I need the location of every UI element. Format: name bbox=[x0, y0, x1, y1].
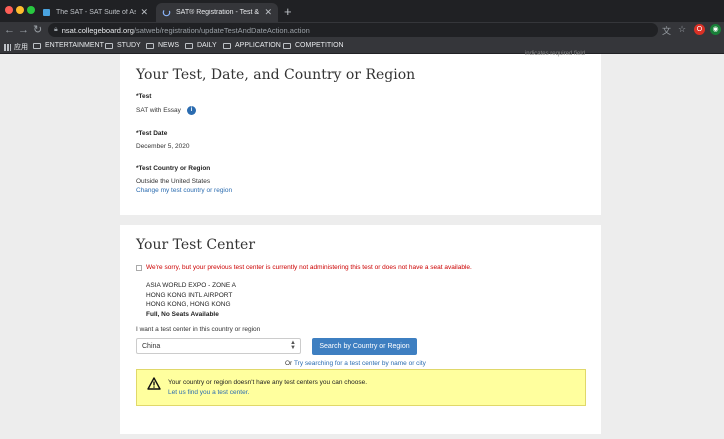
no-centers-warning: Your country or region doesn't have any … bbox=[136, 369, 586, 406]
bookmarks-bar: 应用 ENTERTAINMENT STUDY NEWS DAILY APPLIC… bbox=[0, 38, 724, 54]
info-icon[interactable]: i bbox=[186, 106, 196, 115]
bookmark-label: ENTERTAINMENT bbox=[45, 42, 104, 49]
seat-availability: Full, No Seats Available bbox=[146, 310, 219, 318]
test-country-label: *Test Country or Region bbox=[136, 165, 211, 172]
center-line: HONG KONG INTL AIRPORT bbox=[146, 291, 233, 299]
folder-icon bbox=[105, 42, 113, 49]
minimize-window-icon[interactable] bbox=[16, 6, 24, 14]
test-value-row: SAT with Essay i bbox=[136, 106, 196, 115]
test-value: SAT with Essay bbox=[136, 107, 181, 115]
url-host: nsat.collegeboard.org bbox=[61, 25, 134, 35]
tab-title: The SAT - SAT Suite of Assessments bbox=[56, 9, 137, 16]
bookmark-entertainment[interactable]: ENTERTAINMENT bbox=[33, 42, 104, 49]
maximize-window-icon[interactable] bbox=[27, 6, 35, 14]
test-center-card: Your Test Center We're sorry, but your p… bbox=[120, 225, 601, 434]
center-checkbox[interactable] bbox=[136, 264, 142, 271]
center-line: ASIA WORLD EXPO - ZONE A bbox=[146, 282, 236, 289]
bookmark-label: COMPETITION bbox=[295, 42, 344, 49]
change-country-link[interactable]: Change my test country or region bbox=[136, 187, 232, 194]
back-arrow-icon[interactable]: ← bbox=[4, 23, 15, 37]
collegeboard-favicon-icon bbox=[42, 8, 51, 17]
tab-close-icon[interactable]: ✕ bbox=[140, 7, 148, 18]
translate-icon[interactable]: 文 bbox=[662, 24, 671, 37]
bookmark-star-icon[interactable]: ☆ bbox=[678, 24, 686, 35]
search-alternative: Or Try searching for a test center by na… bbox=[285, 360, 426, 367]
required-field-note: indicates required field bbox=[524, 51, 585, 57]
warning-message: Your country or region doesn't have any … bbox=[168, 379, 368, 386]
tab-title: SAT® Registration - Test & Center bbox=[176, 9, 260, 16]
address-bar[interactable]: 🔒︎ nsat.collegeboard.org/satweb/registra… bbox=[48, 23, 658, 37]
bookmark-label: NEWS bbox=[158, 42, 179, 49]
bookmark-apps[interactable]: 应用 bbox=[4, 42, 28, 52]
test-center-error: We're sorry, but your previous test cent… bbox=[136, 264, 472, 271]
folder-icon bbox=[283, 42, 291, 49]
url-path: /satweb/registration/updateTestAndDateAc… bbox=[133, 25, 310, 35]
bookmark-news[interactable]: NEWS bbox=[146, 42, 179, 49]
extension-avatar[interactable]: O bbox=[694, 24, 705, 35]
lock-icon: 🔒︎ bbox=[54, 26, 58, 33]
folder-icon bbox=[146, 42, 154, 49]
loading-spinner-icon bbox=[162, 8, 171, 17]
warning-text: Your country or region doesn't have any … bbox=[168, 378, 367, 397]
forward-arrow-icon[interactable]: → bbox=[18, 23, 29, 37]
bookmark-application[interactable]: APPLICATION bbox=[223, 42, 281, 49]
bookmark-label: APPLICATION bbox=[235, 42, 281, 49]
browser-toolbar: ← → ↻ 🔒︎ nsat.collegeboard.org/satweb/re… bbox=[0, 22, 724, 38]
reload-icon[interactable]: ↻ bbox=[33, 23, 42, 37]
country-select[interactable]: China ▲ ▼ bbox=[136, 338, 301, 354]
warning-triangle-icon bbox=[147, 377, 161, 390]
folder-icon bbox=[185, 42, 193, 49]
test-country-value: Outside the United States bbox=[136, 178, 211, 185]
search-by-name-link[interactable]: Try searching for a test center by name … bbox=[294, 360, 426, 367]
tab-close-icon[interactable]: ✕ bbox=[264, 7, 272, 18]
test-date-value: December 5, 2020 bbox=[136, 143, 190, 150]
country-selected-value: China bbox=[142, 342, 161, 350]
close-window-icon[interactable] bbox=[5, 6, 13, 14]
center-line: HONG KONG, HONG KONG bbox=[146, 301, 231, 308]
test-date-label: *Test Date bbox=[136, 130, 168, 137]
section-title: Your Test, Date, and Country or Region bbox=[136, 67, 416, 83]
bookmark-label: DAILY bbox=[197, 42, 217, 49]
bookmark-competition[interactable]: COMPETITION bbox=[283, 42, 344, 49]
section-title: Your Test Center bbox=[136, 237, 256, 253]
bookmark-label: 应用 bbox=[14, 44, 28, 51]
search-by-country-button[interactable]: Search by Country or Region bbox=[312, 338, 417, 355]
folder-icon bbox=[223, 42, 231, 49]
error-message: We're sorry, but your previous test cent… bbox=[146, 264, 472, 271]
bookmark-study[interactable]: STUDY bbox=[105, 42, 141, 49]
bookmark-label: STUDY bbox=[117, 42, 141, 49]
find-test-center-link[interactable]: Let us find you a test center. bbox=[168, 388, 367, 398]
apps-grid-icon bbox=[4, 43, 11, 51]
folder-icon bbox=[33, 42, 41, 49]
tab-sat-suite[interactable]: The SAT - SAT Suite of Assessments ✕ bbox=[36, 3, 154, 22]
previous-test-center: ASIA WORLD EXPO - ZONE A HONG KONG INTL … bbox=[146, 281, 236, 319]
tab-bar: The SAT - SAT Suite of Assessments ✕ SAT… bbox=[0, 0, 724, 22]
bookmark-daily[interactable]: DAILY bbox=[185, 42, 217, 49]
test-date-country-card: indicates required field Your Test, Date… bbox=[120, 51, 601, 215]
profile-avatar-icon[interactable]: ◉ bbox=[710, 24, 721, 35]
test-label: *Test bbox=[136, 93, 152, 100]
select-updown-icon: ▲ ▼ bbox=[290, 340, 296, 351]
tab-sat-registration[interactable]: SAT® Registration - Test & Center ✕ bbox=[156, 3, 278, 22]
new-tab-plus-icon[interactable]: + bbox=[284, 4, 292, 19]
country-prompt: I want a test center in this country or … bbox=[136, 326, 261, 333]
or-text: Or bbox=[285, 360, 293, 367]
